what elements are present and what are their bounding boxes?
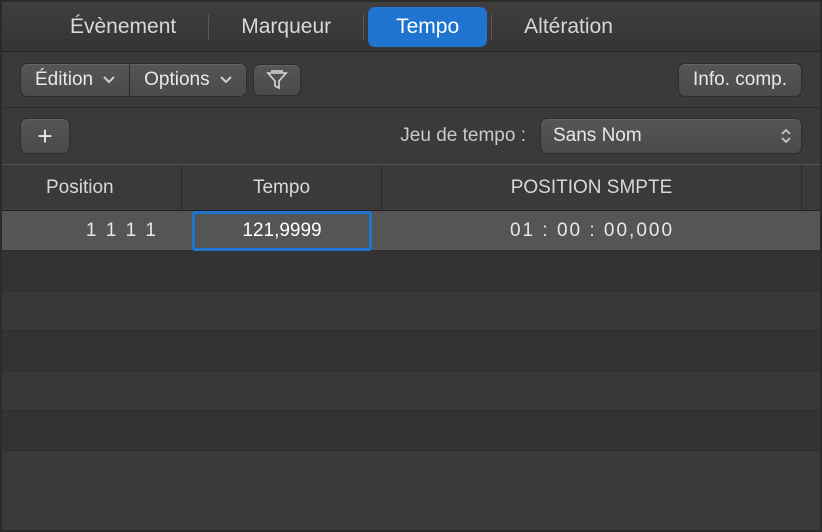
tab-separator	[491, 14, 492, 40]
tab-tempo[interactable]: Tempo	[368, 7, 487, 47]
cell-position[interactable]: 1 1 1 1	[2, 220, 182, 242]
options-menu-button[interactable]: Options	[130, 63, 246, 97]
info-comp-label: Info. comp.	[693, 69, 787, 91]
tab-event-label: Évènement	[70, 15, 176, 38]
scrollbar-header-gap	[802, 165, 820, 210]
tab-alteration-label: Altération	[524, 15, 613, 38]
filter-icon	[266, 70, 288, 90]
cell-tempo[interactable]: 121,9999	[182, 213, 382, 249]
chevron-down-icon	[220, 76, 232, 84]
col-smpte[interactable]: POSITION SMPTE	[382, 165, 802, 210]
edit-menu-label: Édition	[35, 69, 93, 91]
tab-marker-label: Marqueur	[241, 15, 331, 38]
table-row[interactable]: 1 1 1 1 121,9999 01 : 00 : 00,000	[2, 211, 820, 251]
col-tempo[interactable]: Tempo	[182, 165, 382, 210]
tab-event[interactable]: Évènement	[42, 7, 204, 47]
col-position-label: Position	[46, 177, 114, 199]
add-button[interactable]: +	[20, 118, 70, 154]
toolbar: Édition Options Info. comp.	[2, 52, 820, 108]
tab-separator	[208, 14, 209, 40]
tempo-table: Position Tempo POSITION SMPTE 1 1 1 1 12…	[2, 164, 820, 451]
filter-button[interactable]	[253, 64, 301, 96]
info-comp-button[interactable]: Info. comp.	[678, 63, 802, 97]
edit-menu-button[interactable]: Édition	[20, 63, 130, 97]
top-tabs: Évènement Marqueur Tempo Altération	[2, 2, 820, 52]
tempo-edit-field[interactable]: 121,9999	[192, 211, 372, 251]
tempo-edit-value: 121,9999	[242, 220, 321, 242]
tab-tempo-label: Tempo	[396, 15, 459, 38]
plus-icon: +	[37, 121, 52, 152]
toolbar-secondary: + Jeu de tempo : Sans Nom	[2, 108, 820, 164]
table-body: 1 1 1 1 121,9999 01 : 00 : 00,000	[2, 211, 820, 451]
tempo-set-label: Jeu de tempo :	[400, 125, 526, 147]
tempo-set-select[interactable]: Sans Nom	[540, 118, 802, 154]
col-tempo-label: Tempo	[253, 177, 310, 199]
tab-marker[interactable]: Marqueur	[213, 7, 359, 47]
table-header: Position Tempo POSITION SMPTE	[2, 165, 820, 211]
chevron-down-icon	[103, 76, 115, 84]
options-menu-label: Options	[144, 69, 209, 91]
select-arrows-icon	[781, 129, 791, 143]
empty-rows	[2, 251, 820, 451]
tempo-set-value: Sans Nom	[553, 125, 642, 147]
edit-options-segment: Édition Options	[20, 63, 247, 97]
col-smpte-label: POSITION SMPTE	[511, 177, 673, 199]
col-position[interactable]: Position	[2, 165, 182, 210]
tab-separator	[363, 14, 364, 40]
cell-smpte[interactable]: 01 : 00 : 00,000	[382, 220, 802, 242]
tab-alteration[interactable]: Altération	[496, 7, 641, 47]
